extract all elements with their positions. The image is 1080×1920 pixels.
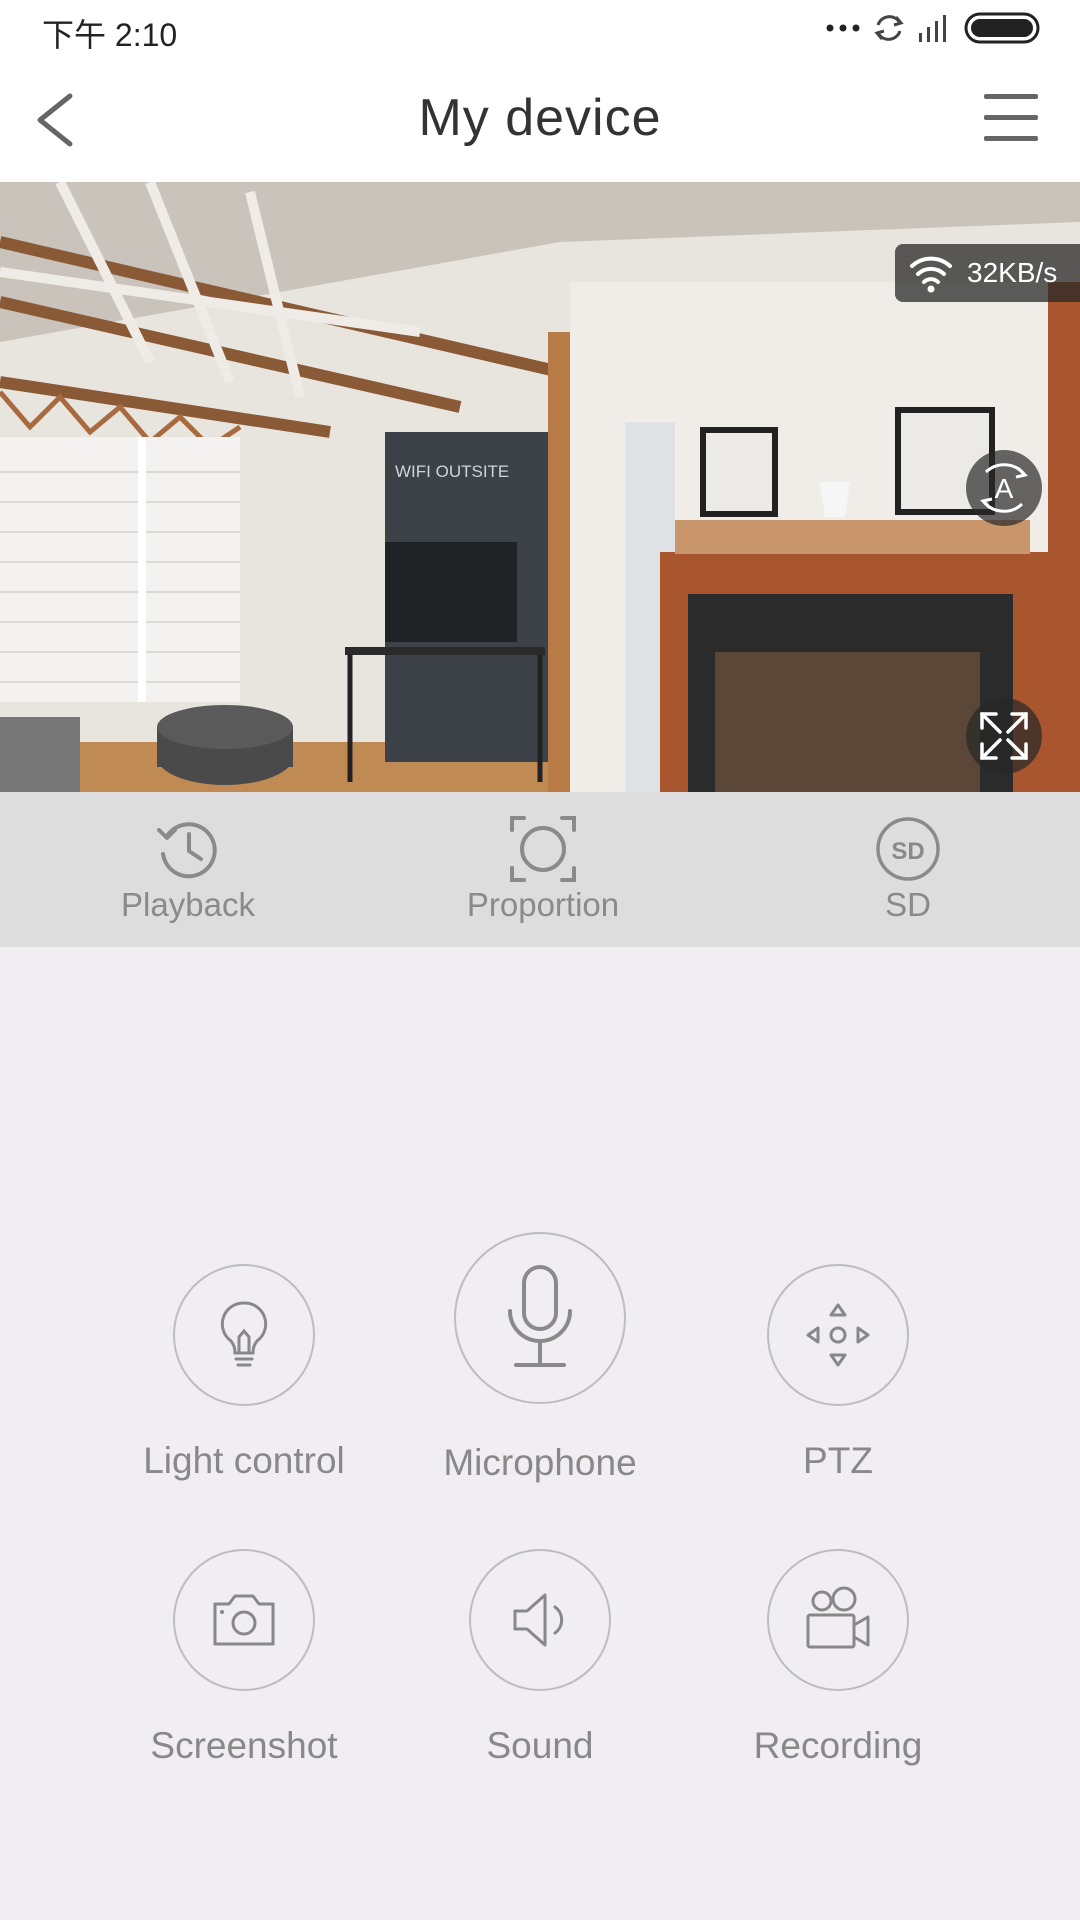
playback-button[interactable]: Playback <box>68 814 308 924</box>
network-speed-badge: 32KB/s <box>895 244 1080 302</box>
screenshot-circle[interactable] <box>173 1549 315 1691</box>
video-camera-icon <box>806 1586 870 1649</box>
playback-label: Playback <box>121 886 255 923</box>
auto-rotate-button[interactable]: A <box>966 450 1042 526</box>
battery-icon <box>964 12 1040 44</box>
quick-action-bar: Playback Proportion SD SD <box>0 792 1080 947</box>
lightbulb-icon <box>220 1301 268 1367</box>
recording-label: Recording <box>753 1725 923 1766</box>
light-control-label: Light control <box>143 1440 345 1481</box>
screenshot-button[interactable]: Screenshot <box>114 1549 374 1767</box>
screenshot-label: Screenshot <box>150 1725 338 1766</box>
status-icons <box>826 10 1040 46</box>
ptz-circle[interactable] <box>767 1264 909 1406</box>
video-view[interactable]: WIFI OUTSITE 32KB/s A <box>0 182 1080 792</box>
wifi-icon <box>910 256 952 293</box>
status-bar: 下午 2:10 <box>0 0 1080 58</box>
camera-icon <box>213 1594 275 1646</box>
sd-label: SD <box>885 886 931 923</box>
recording-circle[interactable] <box>767 1549 909 1691</box>
sound-label: Sound <box>486 1725 594 1766</box>
proportion-label: Proportion <box>466 886 620 923</box>
fullscreen-button[interactable] <box>966 698 1042 774</box>
microphone-circle[interactable] <box>454 1232 626 1404</box>
hamburger-menu-icon <box>984 94 1038 141</box>
speaker-icon <box>513 1593 564 1647</box>
signal-icon <box>919 15 946 42</box>
sd-card-icon: SD <box>876 817 940 881</box>
auto-rotate-icon: A <box>980 463 1028 513</box>
recording-button[interactable]: Recording <box>708 1549 968 1767</box>
menu-button[interactable] <box>982 90 1040 146</box>
fullscreen-expand-icon <box>980 712 1028 760</box>
sign-text: WIFI OUTSITE <box>395 462 509 481</box>
network-speed-text: 32KB/s <box>967 257 1058 288</box>
sound-button[interactable]: Sound <box>410 1549 670 1767</box>
more-dots-icon <box>826 24 860 32</box>
microphone-icon <box>508 1265 572 1367</box>
ptz-direction-icon <box>806 1303 870 1367</box>
sd-button[interactable]: SD SD <box>788 814 1028 924</box>
page-title: My device <box>418 89 662 147</box>
light-control-circle[interactable] <box>173 1264 315 1406</box>
aspect-ratio-icon <box>510 816 576 882</box>
microphone-button[interactable]: Microphone <box>410 1232 670 1484</box>
microphone-label: Microphone <box>443 1442 637 1483</box>
app-header: My device <box>0 58 1080 182</box>
proportion-button[interactable]: Proportion <box>423 814 663 924</box>
status-time: 下午 2:10 <box>42 17 178 53</box>
sd-badge-text: SD <box>891 838 924 865</box>
sync-icon <box>874 15 904 41</box>
light-control-button[interactable]: Light control <box>114 1264 374 1482</box>
history-clock-icon <box>157 822 217 879</box>
ptz-button[interactable]: PTZ <box>708 1264 968 1482</box>
sound-circle[interactable] <box>469 1549 611 1691</box>
auto-letter: A <box>995 473 1014 504</box>
ptz-label: PTZ <box>803 1440 873 1481</box>
